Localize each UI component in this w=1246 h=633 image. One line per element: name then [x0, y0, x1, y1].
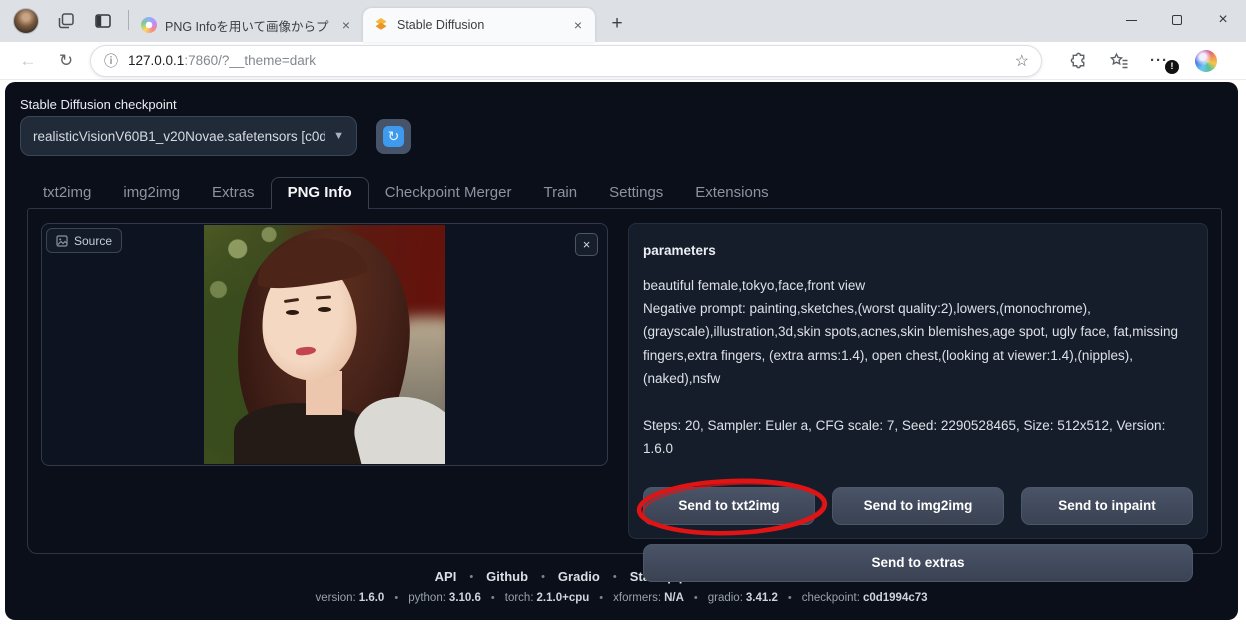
- tab-settings[interactable]: Settings: [593, 178, 679, 209]
- parameters-panel: parameters beautiful female,tokyo,face,f…: [628, 223, 1208, 539]
- footer-link-api[interactable]: API: [435, 569, 457, 584]
- window-controls: ×: [1108, 0, 1246, 40]
- meta-checkpoint: checkpoint:c0d1994c73: [802, 592, 928, 604]
- send-to-img2img-button[interactable]: Send to img2img: [832, 487, 1004, 525]
- tab-separator: [128, 10, 129, 30]
- site-info-icon[interactable]: ⓘ: [104, 51, 118, 71]
- meta-python: python:3.10.6: [408, 592, 481, 604]
- refresh-checkpoints-button[interactable]: ↻: [376, 119, 411, 154]
- footer-link-github[interactable]: Github: [486, 569, 528, 584]
- meta-gradio: gradio:3.41.2: [708, 592, 778, 604]
- meta-torch: torch:2.1.0+cpu: [505, 592, 590, 604]
- meta-version: version:1.6.0: [315, 592, 384, 604]
- window-maximize-button[interactable]: [1154, 0, 1200, 40]
- reload-icon[interactable]: ↻: [52, 47, 80, 75]
- browser-tabs: PNG Infoを用いて画像からプロンプト × Stable Diffusion…: [131, 0, 631, 42]
- extensions-icon[interactable]: [1068, 51, 1088, 71]
- app-tab-nav: txt2img img2img Extras PNG Info Checkpoi…: [27, 178, 1216, 209]
- gradio-favicon: [373, 17, 389, 33]
- favorite-star-icon[interactable]: ☆: [1015, 51, 1029, 71]
- tabstrip-left-icons: [0, 8, 126, 42]
- browser-tabstrip: PNG Infoを用いて画像からプロンプト × Stable Diffusion…: [0, 0, 1246, 42]
- window-minimize-button[interactable]: [1108, 0, 1154, 40]
- checkpoint-label: Stable Diffusion checkpoint: [20, 97, 177, 112]
- copilot-icon[interactable]: [1195, 50, 1217, 72]
- send-to-extras-button[interactable]: Send to extras: [643, 544, 1193, 582]
- send-buttons-row: Send to txt2img Send to img2img Send to …: [643, 487, 1193, 525]
- checkpoint-dropdown[interactable]: realisticVisionV60B1_v20Novae.safetensor…: [20, 116, 357, 156]
- page-background: Stable Diffusion checkpoint realisticVis…: [0, 80, 1246, 633]
- send-to-txt2img-button[interactable]: Send to txt2img: [643, 487, 815, 525]
- tab-extras[interactable]: Extras: [196, 178, 271, 209]
- meta-xformers: xformers:N/A: [613, 592, 684, 604]
- toolbar-right-icons: ··· !: [1068, 50, 1217, 72]
- url-text: 127.0.0.1:7860/?__theme=dark: [128, 53, 1005, 68]
- tab-title: PNG Infoを用いて画像からプロンプト: [165, 16, 329, 35]
- browser-tab-png-info[interactable]: PNG Infoを用いて画像からプロンプト ×: [131, 8, 363, 42]
- address-bar[interactable]: ⓘ 127.0.0.1:7860/?__theme=dark ☆: [90, 45, 1042, 77]
- clear-image-button[interactable]: ×: [575, 233, 598, 256]
- tab-title: Stable Diffusion: [397, 18, 561, 32]
- tab-extensions[interactable]: Extensions: [679, 178, 784, 209]
- url-host: 127.0.0.1: [128, 53, 184, 68]
- tab-img2img[interactable]: img2img: [107, 178, 196, 209]
- parameters-heading: parameters: [643, 243, 1193, 258]
- tab-favicon: [141, 17, 157, 33]
- tab-train[interactable]: Train: [527, 178, 593, 209]
- png-info-panel: Source ×: [27, 208, 1222, 554]
- profile-avatar[interactable]: [13, 8, 39, 34]
- prompt-text: beautiful female,tokyo,face,front view: [643, 274, 1193, 297]
- image-icon: [56, 235, 68, 247]
- browser-toolbar: ← ↻ ⓘ 127.0.0.1:7860/?__theme=dark ☆ ···…: [0, 42, 1246, 80]
- tab-checkpoint-merger[interactable]: Checkpoint Merger: [369, 178, 528, 209]
- back-icon[interactable]: ←: [14, 47, 42, 75]
- negative-prompt-text: Negative prompt: painting,sketches,(wors…: [643, 297, 1193, 390]
- source-image: [204, 225, 445, 464]
- tab-png-info[interactable]: PNG Info: [271, 177, 369, 209]
- checkpoint-value: realisticVisionV60B1_v20Novae.safetensor…: [33, 129, 325, 144]
- source-label: Source: [74, 234, 112, 248]
- source-image-dropzone[interactable]: Source ×: [41, 223, 608, 466]
- tab-close-icon[interactable]: ×: [569, 16, 587, 34]
- tab-actions-icon[interactable]: [93, 11, 113, 31]
- footer-version-info: version:1.6.0 • python:3.10.6 • torch:2.…: [5, 592, 1238, 604]
- tab-txt2img[interactable]: txt2img: [27, 178, 107, 209]
- favorites-icon[interactable]: [1109, 51, 1129, 71]
- refresh-icon: ↻: [383, 126, 404, 147]
- workspaces-icon[interactable]: [56, 11, 76, 31]
- browser-tab-stable-diffusion[interactable]: Stable Diffusion ×: [363, 8, 595, 42]
- url-path: :7860/?__theme=dark: [184, 53, 316, 68]
- stable-diffusion-app: Stable Diffusion checkpoint realisticVis…: [5, 82, 1238, 620]
- tab-close-icon[interactable]: ×: [337, 16, 355, 34]
- window-close-button[interactable]: ×: [1200, 0, 1246, 40]
- footer-link-gradio[interactable]: Gradio: [558, 569, 600, 584]
- notification-badge: !: [1165, 60, 1179, 74]
- chevron-down-icon: ▼: [333, 130, 344, 142]
- generation-info-text: Steps: 20, Sampler: Euler a, CFG scale: …: [643, 414, 1193, 460]
- send-to-inpaint-button[interactable]: Send to inpaint: [1021, 487, 1193, 525]
- new-tab-button[interactable]: +: [603, 10, 631, 38]
- source-tab-chip: Source: [46, 228, 122, 253]
- settings-more-icon[interactable]: ··· !: [1150, 50, 1174, 72]
